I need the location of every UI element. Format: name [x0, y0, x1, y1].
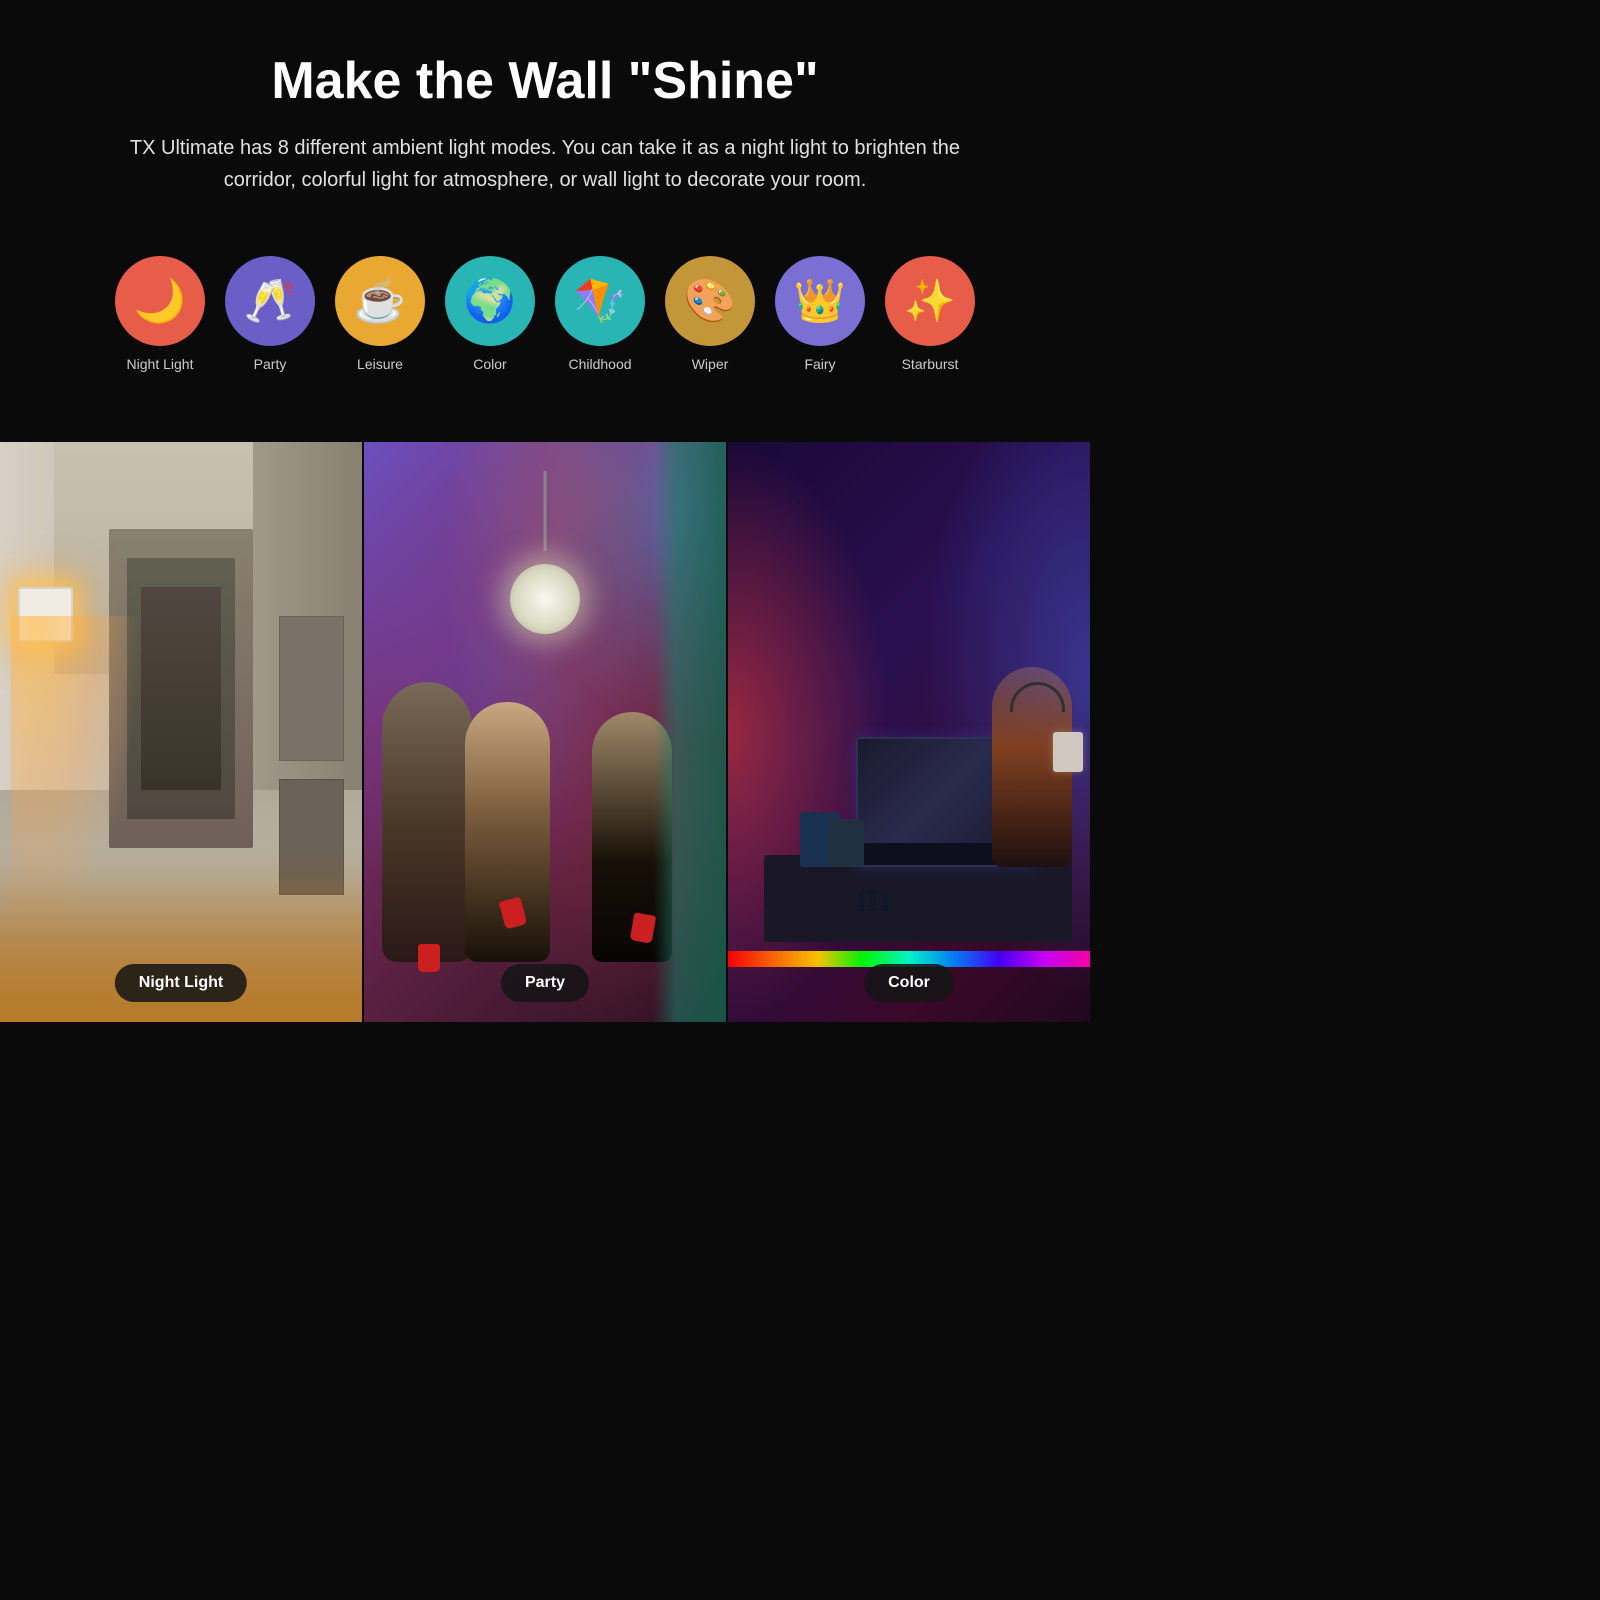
color-panel-label: Color: [864, 964, 954, 1002]
color-icon: 🌍: [445, 256, 535, 346]
subtitle-text: TX Ultimate has 8 different ambient ligh…: [115, 132, 975, 196]
night-light-icon: 🌙: [115, 256, 205, 346]
fairy-icon: 👑: [775, 256, 865, 346]
main-title: Make the Wall "Shine": [60, 50, 1030, 112]
starburst-icon: ✨: [885, 256, 975, 346]
mode-night-light[interactable]: 🌙 Night Light: [115, 256, 205, 372]
modes-row: 🌙 Night Light 🥂 Party ☕ Leisure 🌍 Color …: [60, 236, 1030, 412]
wiper-label: Wiper: [692, 356, 729, 372]
childhood-icon: 🪁: [555, 256, 645, 346]
wiper-icon: 🎨: [665, 256, 755, 346]
night-light-panel-label: Night Light: [115, 964, 247, 1002]
mode-wiper[interactable]: 🎨 Wiper: [665, 256, 755, 372]
mode-childhood[interactable]: 🪁 Childhood: [555, 256, 645, 372]
leisure-icon: ☕: [335, 256, 425, 346]
night-light-label: Night Light: [127, 356, 194, 372]
party-panel-label: Party: [501, 964, 589, 1002]
hero-section: Make the Wall "Shine" TX Ultimate has 8 …: [0, 0, 1090, 442]
party-label: Party: [254, 356, 287, 372]
mode-color[interactable]: 🌍 Color: [445, 256, 535, 372]
mode-leisure[interactable]: ☕ Leisure: [335, 256, 425, 372]
mode-starburst[interactable]: ✨ Starburst: [885, 256, 975, 372]
leisure-label: Leisure: [357, 356, 403, 372]
color-label: Color: [473, 356, 506, 372]
mode-party[interactable]: 🥂 Party: [225, 256, 315, 372]
party-panel: Party: [364, 442, 726, 1022]
starburst-label: Starburst: [902, 356, 959, 372]
color-panel: m Color: [728, 442, 1090, 1022]
fairy-label: Fairy: [804, 356, 835, 372]
mode-fairy[interactable]: 👑 Fairy: [775, 256, 865, 372]
night-light-panel: Night Light: [0, 442, 362, 1022]
images-section: Night Light Party: [0, 442, 1090, 1022]
party-icon: 🥂: [225, 256, 315, 346]
childhood-label: Childhood: [568, 356, 631, 372]
